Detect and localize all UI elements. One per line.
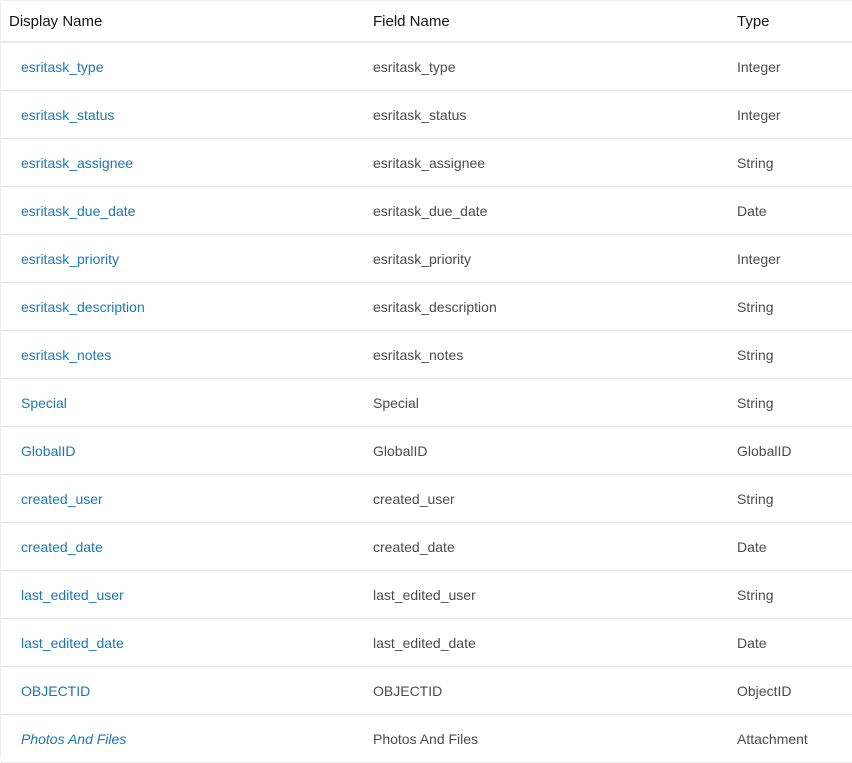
table-row: esritask_description esritask_descriptio… bbox=[1, 283, 852, 331]
field-name-cell: Special bbox=[373, 394, 419, 411]
table-body: esritask_type esritask_type Integer esri… bbox=[1, 43, 852, 763]
field-display-name-link[interactable]: esritask_status bbox=[21, 107, 114, 123]
field-display-name-link[interactable]: Photos And Files bbox=[21, 731, 126, 747]
field-display-name-link[interactable]: esritask_type bbox=[21, 59, 103, 75]
field-type-cell: Date bbox=[737, 202, 767, 219]
field-name-cell: esritask_priority bbox=[373, 250, 472, 267]
table-row: Photos And Files Photos And Files Attach… bbox=[1, 715, 852, 763]
field-display-name-link[interactable]: esritask_due_date bbox=[21, 203, 135, 219]
field-display-name-link[interactable]: esritask_description bbox=[21, 299, 145, 315]
table-row: esritask_status esritask_status Integer bbox=[1, 91, 852, 139]
field-display-name-link[interactable]: esritask_priority bbox=[21, 251, 119, 267]
field-display-name-link[interactable]: last_edited_user bbox=[21, 587, 124, 603]
table-row: esritask_priority esritask_priority Inte… bbox=[1, 235, 852, 283]
field-display-name-link[interactable]: GlobalID bbox=[21, 443, 75, 459]
table-header-row: Display Name Field Name Type bbox=[1, 1, 852, 43]
table-row: esritask_type esritask_type Integer bbox=[1, 43, 852, 91]
field-type-cell: String bbox=[737, 586, 774, 603]
field-display-name-link[interactable]: esritask_notes bbox=[21, 347, 111, 363]
field-type-cell: Date bbox=[737, 634, 767, 651]
table-row: esritask_assignee esritask_assignee Stri… bbox=[1, 139, 852, 187]
field-type-cell: String bbox=[737, 490, 774, 507]
field-type-cell: String bbox=[737, 346, 774, 363]
field-type-cell: Integer bbox=[737, 106, 781, 123]
field-name-cell: esritask_notes bbox=[373, 346, 464, 363]
table-row: OBJECTID OBJECTID ObjectID bbox=[1, 667, 852, 715]
field-display-name-link[interactable]: OBJECTID bbox=[21, 683, 90, 699]
field-display-name-link[interactable]: Special bbox=[21, 395, 67, 411]
field-type-cell: Date bbox=[737, 538, 767, 555]
field-name-cell: OBJECTID bbox=[373, 682, 443, 699]
field-type-cell: Attachment bbox=[737, 730, 808, 747]
field-name-cell: created_user bbox=[373, 490, 455, 507]
table-row: last_edited_date last_edited_date Date bbox=[1, 619, 852, 667]
table-row: Special Special String bbox=[1, 379, 852, 427]
field-name-cell: GlobalID bbox=[373, 442, 428, 459]
field-type-cell: Integer bbox=[737, 250, 781, 267]
field-name-cell: esritask_description bbox=[373, 298, 497, 315]
field-type-cell: Integer bbox=[737, 58, 781, 75]
field-display-name-link[interactable]: created_user bbox=[21, 491, 103, 507]
field-type-cell: String bbox=[737, 394, 774, 411]
field-name-cell: esritask_assignee bbox=[373, 154, 486, 171]
field-display-name-link[interactable]: last_edited_date bbox=[21, 635, 124, 651]
field-name-cell: last_edited_date bbox=[373, 634, 476, 651]
field-display-name-link[interactable]: created_date bbox=[21, 539, 103, 555]
table-row: esritask_notes esritask_notes String bbox=[1, 331, 852, 379]
column-header-display-name[interactable]: Display Name bbox=[1, 13, 365, 30]
field-name-cell: esritask_status bbox=[373, 106, 467, 123]
field-name-cell: esritask_due_date bbox=[373, 202, 488, 219]
table-row: created_date created_date Date bbox=[1, 523, 852, 571]
field-type-cell: ObjectID bbox=[737, 682, 792, 699]
column-header-type[interactable]: Type bbox=[729, 13, 852, 30]
field-type-cell: GlobalID bbox=[737, 442, 792, 459]
table-row: last_edited_user last_edited_user String bbox=[1, 571, 852, 619]
field-name-cell: esritask_type bbox=[373, 58, 456, 75]
field-name-cell: last_edited_user bbox=[373, 586, 476, 603]
field-display-name-link[interactable]: esritask_assignee bbox=[21, 155, 133, 171]
field-name-cell: created_date bbox=[373, 538, 455, 555]
field-type-cell: String bbox=[737, 154, 774, 171]
fields-table: Display Name Field Name Type esritask_ty… bbox=[0, 0, 852, 763]
column-header-field-name[interactable]: Field Name bbox=[365, 13, 729, 30]
field-type-cell: String bbox=[737, 298, 774, 315]
table-row: GlobalID GlobalID GlobalID bbox=[1, 427, 852, 475]
table-row: esritask_due_date esritask_due_date Date bbox=[1, 187, 852, 235]
table-row: created_user created_user String bbox=[1, 475, 852, 523]
field-name-cell: Photos And Files bbox=[373, 730, 479, 747]
